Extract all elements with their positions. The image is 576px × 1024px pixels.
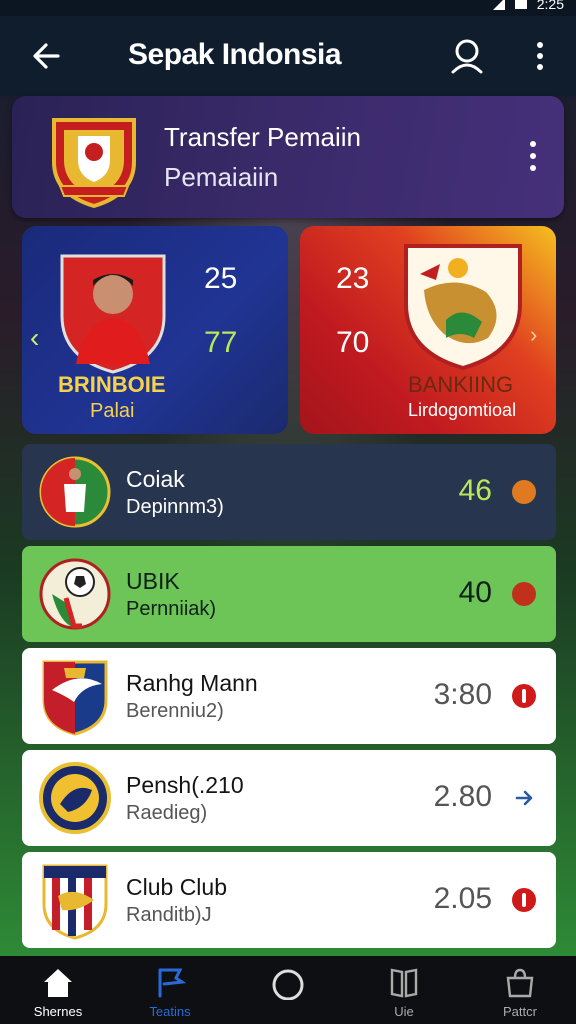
header-title: Transfer Pemaiin [164,122,361,152]
left-player-sub: Palai [90,400,135,422]
overflow-menu-button[interactable] [528,38,552,74]
striped-shield-icon [42,864,108,940]
list-item-value: 46 [458,474,492,507]
list-item-value: 40 [458,576,492,609]
list-item-value: 2.05 [433,882,492,915]
left-player-name: BRINBOIE [58,372,166,397]
bag-icon [506,968,534,998]
transfer-header-card[interactable]: Transfer Pemaiin Pemaiaiin [12,96,564,218]
nav-label: Uie [394,1004,414,1019]
list-item-title: Ranhg Mann [126,670,258,696]
kebab-icon [530,141,536,171]
bottom-navigation: Shernes Teatins Uie Pattcr [0,956,576,1024]
back-button[interactable] [28,38,68,74]
alert-icon [512,888,536,912]
right-stat-top: 23 [336,262,370,295]
nav-item-home-button[interactable] [238,956,338,1024]
list-item-subtitle: Depinnm3) [126,496,224,518]
status-bar: 2:25 [0,0,576,16]
list-item[interactable]: Ranhg Mann Berenniu2) 3:80 [22,648,556,744]
book-icon [390,968,418,998]
list-item-value: 2.80 [433,780,492,813]
match-card-left[interactable]: ‹ 25 77 BRINBOIE Palai [22,226,288,434]
header-subtitle: Pemaiaiin [164,162,279,192]
player-badge-icon [39,456,111,528]
list-item-subtitle: Randitb)J [126,904,212,926]
list-item[interactable]: Club Club Randitb)J 2.05 [22,852,556,948]
app-bar: Sepak Indonsia [0,16,576,96]
match-card-right[interactable]: 23 70 › BANKIING Lirdogomtioal [300,226,556,434]
list-item-title: Club Club [126,874,227,900]
list-item-title: Pensh(.210 [126,772,244,798]
person-icon [451,39,483,74]
nav-item-book[interactable]: Uie [354,956,454,1024]
chevron-right-icon[interactable]: › [530,322,548,347]
list-item-value: 3:80 [433,678,492,711]
list-item-subtitle: Raedieg) [126,802,208,824]
round-emblem-icon [39,762,111,834]
football-badge-icon [39,558,111,630]
kebab-icon [537,42,543,70]
right-stat-bottom: 70 [336,326,370,359]
list-item[interactable]: UBIK Pernniiak) 40 [22,546,556,642]
right-club-name: BANKIING [408,372,514,397]
signal-icon [492,0,505,10]
wing-shield-icon [42,660,108,736]
nav-item-home[interactable]: Shernes [8,956,108,1024]
right-club-sub: Lirdogomtioal [408,400,517,420]
home-icon [44,969,72,997]
nav-label: Shernes [33,1004,83,1019]
list-item-subtitle: Pernniiak) [126,598,217,620]
chevron-right-icon[interactable] [512,786,536,810]
nav-label: Pattcr [503,1004,537,1019]
player-shield-icon [60,254,166,374]
list-item[interactable]: Pensh(.210 Raedieg) 2.80 [22,750,556,846]
nav-item-teams[interactable]: Teatins [120,956,220,1024]
garuda-crest-icon [52,118,136,209]
flag-icon [158,968,186,998]
left-stat-top: 25 [204,262,238,295]
list-item-title: UBIK [126,568,180,594]
club-crest-icon [404,244,522,371]
profile-search-button[interactable] [448,36,486,76]
header-more-button[interactable] [522,136,544,176]
status-dot-icon [512,480,536,504]
status-dot-icon [512,582,536,606]
list-item[interactable]: Coiak Depinnm3) 46 [22,444,556,540]
nav-item-bag[interactable]: Pattcr [470,956,570,1024]
circle-icon [272,969,304,1000]
status-time: 2:25 [536,0,564,12]
left-stat-bottom: 77 [204,326,238,359]
chevron-left-icon[interactable]: ‹ [30,322,48,353]
page-title: Sepak Indonsia [128,38,342,71]
list-item-title: Coiak [126,466,185,492]
status-icons: 2:25 [492,0,564,12]
list-item-subtitle: Berenniu2) [126,700,224,722]
battery-icon [514,0,527,9]
arrow-left-icon [33,43,60,69]
nav-label: Teatins [149,1004,191,1019]
alert-icon [512,684,536,708]
